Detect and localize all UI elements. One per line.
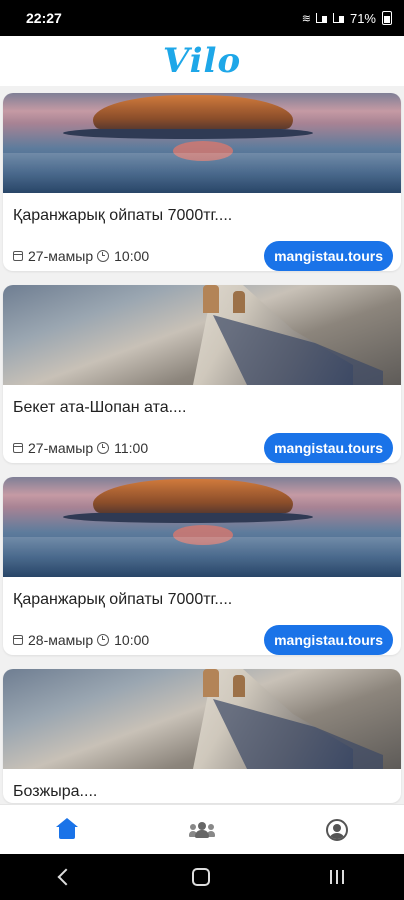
event-card[interactable]: Қаранжарық ойпаты 7000тг.... 27-мамыр 10… bbox=[3, 93, 401, 271]
app-header: Vilo bbox=[0, 36, 404, 86]
clock-icon bbox=[97, 634, 110, 646]
event-card[interactable]: Бекет ата-Шопан ата.... 27-мамыр 11:00 m… bbox=[3, 285, 401, 463]
event-title: Қаранжарық ойпаты 7000тг.... bbox=[13, 207, 233, 224]
back-icon[interactable] bbox=[57, 868, 75, 886]
event-time: 11:00 bbox=[114, 440, 149, 456]
event-title: Бекет ата-Шопан ата.... bbox=[13, 399, 187, 416]
signal-icon-2 bbox=[332, 13, 344, 23]
calendar-icon bbox=[13, 251, 23, 261]
people-icon bbox=[188, 822, 215, 838]
event-feed[interactable]: Қаранжарық ойпаты 7000тг.... 27-мамыр 10… bbox=[0, 86, 404, 804]
event-meta: 28-мамыр 10:00 mangistau.tours bbox=[3, 625, 401, 655]
event-image bbox=[3, 93, 401, 193]
event-card[interactable]: Бозжыра.... bbox=[3, 669, 401, 803]
home-button-icon[interactable] bbox=[192, 868, 210, 886]
event-date: 27-мамыр bbox=[28, 248, 94, 264]
event-image bbox=[3, 285, 401, 385]
clock-icon bbox=[97, 250, 110, 262]
battery-percent: 71% bbox=[349, 10, 376, 26]
event-title: Бозжыра.... bbox=[13, 783, 98, 800]
system-nav-bar bbox=[0, 854, 404, 900]
organizer-tag[interactable]: mangistau.tours bbox=[264, 241, 393, 271]
calendar-icon bbox=[13, 443, 23, 453]
wifi-icon: ≋ bbox=[301, 12, 311, 25]
calendar-icon bbox=[13, 635, 23, 645]
nav-account[interactable] bbox=[307, 810, 367, 850]
event-meta: 27-мамыр 11:00 mangistau.tours bbox=[3, 433, 401, 463]
event-time: 10:00 bbox=[114, 248, 150, 264]
event-title: Қаранжарық ойпаты 7000тг.... bbox=[13, 591, 233, 608]
home-icon bbox=[56, 818, 79, 839]
nav-home[interactable] bbox=[37, 810, 97, 850]
bottom-nav bbox=[0, 804, 404, 855]
account-icon bbox=[325, 819, 348, 841]
event-meta: 27-мамыр 10:00 mangistau.tours bbox=[3, 241, 401, 271]
battery-icon bbox=[382, 11, 392, 25]
event-date: 28-мамыр bbox=[28, 632, 94, 648]
event-time: 10:00 bbox=[114, 632, 150, 648]
clock-icon bbox=[97, 442, 110, 454]
recent-apps-icon[interactable] bbox=[330, 870, 344, 884]
status-icons: ≋ 71% bbox=[302, 11, 392, 26]
organizer-tag[interactable]: mangistau.tours bbox=[264, 433, 393, 463]
app-logo: Vilo bbox=[162, 41, 242, 81]
event-image bbox=[3, 477, 401, 577]
nav-people[interactable] bbox=[172, 810, 232, 850]
organizer-tag[interactable]: mangistau.tours bbox=[264, 625, 393, 655]
event-card[interactable]: Қаранжарық ойпаты 7000тг.... 28-мамыр 10… bbox=[3, 477, 401, 655]
status-bar: 22:27 ≋ 71% bbox=[0, 0, 404, 36]
event-date: 27-мамыр bbox=[28, 440, 94, 456]
signal-icon bbox=[315, 13, 327, 23]
status-time: 22:27 bbox=[26, 10, 62, 26]
event-image bbox=[3, 669, 401, 769]
